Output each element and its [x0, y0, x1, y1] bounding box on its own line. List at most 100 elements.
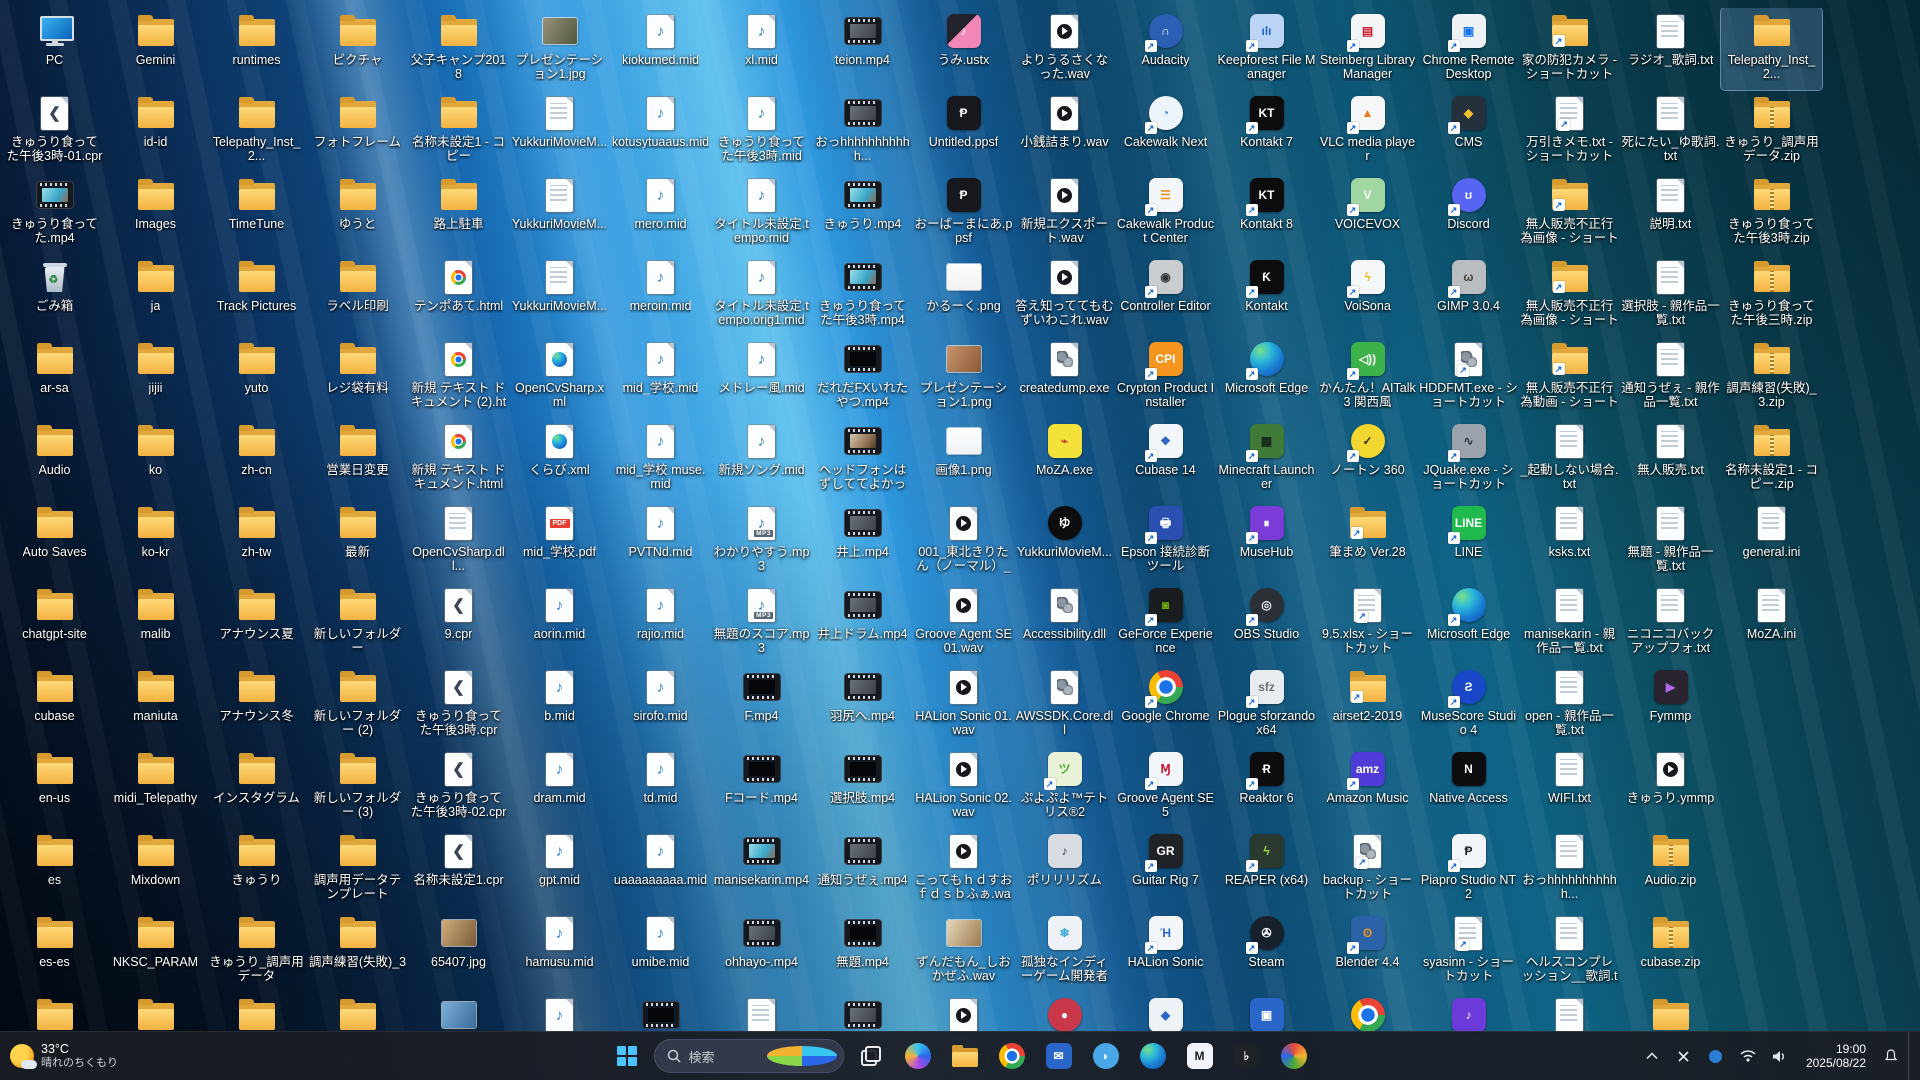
desktop-icon[interactable]: Track Pictures — [206, 254, 307, 336]
desktop-icon[interactable]: ❮ 名称未設定1.cpr — [408, 828, 509, 910]
desktop-icon[interactable]: フォトフレーム — [307, 90, 408, 172]
desktop-icon[interactable] — [1317, 992, 1418, 1034]
desktop-icon[interactable]: きゅうり.ymmp — [1620, 746, 1721, 828]
desktop-icon[interactable]: PDF mid_学校.pdf — [509, 500, 610, 582]
desktop-icon[interactable]: ▦ ↗ Minecraft Launcher — [1216, 418, 1317, 500]
desktop-icon[interactable]: YukkuriMovieM... — [509, 172, 610, 254]
desktop-icon[interactable]: だれだFXいれたやつ.mp4 — [812, 336, 913, 418]
desktop-icon[interactable]: 🖶 ↗ Epson 接続診断ツール — [1115, 500, 1216, 582]
desktop-icon[interactable]: HALion Sonic 01.wav — [913, 664, 1014, 746]
desktop-icon[interactable]: YukkuriMovieM... — [509, 254, 610, 336]
notification-bell-icon[interactable] — [1878, 1038, 1904, 1074]
desktop-icon[interactable]: ♪ dram.mid — [509, 746, 610, 828]
wifi-icon[interactable] — [1734, 1038, 1762, 1074]
desktop-icon[interactable]: V ↗ VOICEVOX — [1317, 172, 1418, 254]
desktop-icon[interactable]: ☰ ↗ Cakewalk Product Center — [1115, 172, 1216, 254]
desktop-icon[interactable]: ♪ b.mid — [509, 664, 610, 746]
desktop-icon[interactable]: 65407.jpg — [408, 910, 509, 992]
desktop-icon[interactable]: ⌁ MoZA.exe — [1014, 418, 1115, 500]
desktop-icon[interactable]: ohhayo-.mp4 — [711, 910, 812, 992]
desktop-icon[interactable]: 無題.mp4 — [812, 910, 913, 992]
desktop-icon[interactable]: ◁)) ↗ かんたん！AITalk 3 関西風 — [1317, 336, 1418, 418]
desktop-icon[interactable]: ϟ ↗ REAPER (x64) — [1216, 828, 1317, 910]
taskbar-app-chrome[interactable] — [992, 1036, 1032, 1076]
tray-chevron-up-icon[interactable] — [1638, 1038, 1666, 1074]
desktop-icon[interactable]: ▣ ↗ Chrome Remote Desktop — [1418, 8, 1519, 90]
taskbar-app-mail[interactable]: ✉ — [1039, 1036, 1079, 1076]
desktop-icon[interactable]: Audio.zip — [1620, 828, 1721, 910]
weather-widget[interactable]: 33°C 晴れのちくもり — [10, 1032, 118, 1080]
desktop-icon[interactable]: ↗ airset2-2019 — [1317, 664, 1418, 746]
desktop-icon[interactable]: runtimes — [206, 8, 307, 90]
desktop-icon[interactable]: Mixdown — [105, 828, 206, 910]
desktop-icon[interactable]: ↗ 無人販売不正行為動画 - ショートカット — [1519, 336, 1620, 418]
desktop-icon[interactable]: よりうるさくなった.wav — [1014, 8, 1115, 90]
desktop-icon[interactable]: ↗ Google Chrome — [1115, 664, 1216, 746]
desktop-icon[interactable]: AWSSDK.Core.dll — [1014, 664, 1115, 746]
desktop-icon[interactable]: ϟ ↗ VoiSona — [1317, 254, 1418, 336]
desktop-icon[interactable]: 路上駐車 — [408, 172, 509, 254]
desktop-icon[interactable]: レジ袋有料 — [307, 336, 408, 418]
desktop-icon[interactable] — [105, 992, 206, 1034]
desktop-icon[interactable]: 井上ドラム.mp4 — [812, 582, 913, 664]
desktop-icon[interactable]: Ƙ ↗ Kontakt — [1216, 254, 1317, 336]
desktop-icon[interactable]: ラジオ_歌詞.txt — [1620, 8, 1721, 90]
desktop-icon[interactable]: ❮ きゅうり食ってた午後3時.cpr — [408, 664, 509, 746]
desktop-icon[interactable]: きゅうり食ってた午後三時.zip — [1721, 254, 1822, 336]
desktop-icon[interactable]: ♪ 新規ソング.mid — [711, 418, 812, 500]
desktop-icon[interactable]: manisekarin - 親作品一覧.txt — [1519, 582, 1620, 664]
desktop-icon[interactable]: ♪ xl.mid — [711, 8, 812, 90]
desktop-icon[interactable]: ♪ タイトル未設定.tempo.mid — [711, 172, 812, 254]
desktop-icon[interactable]: アナウンス冬 — [206, 664, 307, 746]
desktop-icon[interactable]: 調声用データテンプレート — [307, 828, 408, 910]
desktop-icon[interactable]: 通知うぜぇ.mp4 — [812, 828, 913, 910]
desktop-icon[interactable]: ω ↗ GIMP 3.0.4 — [1418, 254, 1519, 336]
desktop-icon[interactable]: teion.mp4 — [812, 8, 913, 90]
desktop-icon[interactable]: malib — [105, 582, 206, 664]
desktop-icon[interactable]: 001_東北きりたん（ノーマル）_今じゃ... — [913, 500, 1014, 582]
desktop-icon[interactable]: ↗ 9.5.xlsx - ショートカット — [1317, 582, 1418, 664]
desktop-icon[interactable]: ♪ umibe.mid — [610, 910, 711, 992]
desktop-icon[interactable]: Ή ↗ HALion Sonic — [1115, 910, 1216, 992]
desktop-icon[interactable]: 小銭詰まり.wav — [1014, 90, 1115, 172]
desktop-icon[interactable]: 調声練習(失敗)_3.zip — [1721, 336, 1822, 418]
desktop-icon[interactable]: ♪ sirofo.mid — [610, 664, 711, 746]
desktop-icon[interactable]: ♪ タイトル未設定.tempo.orig1.mid — [711, 254, 812, 336]
desktop-icon[interactable]: Ɱ ↗ Groove Agent SE 5 — [1115, 746, 1216, 828]
desktop-icon[interactable]: NKSC_PARAM — [105, 910, 206, 992]
desktop-icon[interactable]: ずんだもん_しおかぜふ.wav — [913, 910, 1014, 992]
desktop-icon[interactable]: CPI ↗ Crypton Product Installer — [1115, 336, 1216, 418]
desktop-icon[interactable]: ゆ YukkuriMovieM... — [1014, 500, 1115, 582]
desktop-icon[interactable]: ♪ mid_学校.mid — [610, 336, 711, 418]
desktop-icon[interactable]: open - 親作品一覧.txt — [1519, 664, 1620, 746]
desktop-icon[interactable]: プレゼンテーション1.png — [913, 336, 1014, 418]
desktop-icon[interactable]: 新規 テキスト ドキュメント (2).html — [408, 336, 509, 418]
taskbar-app-photos[interactable] — [1274, 1036, 1314, 1076]
desktop-icon[interactable] — [1620, 992, 1721, 1034]
desktop-icon[interactable]: MoZA.ini — [1721, 582, 1822, 664]
desktop-icon[interactable]: ニコニコバックアップフォ.txt — [1620, 582, 1721, 664]
desktop-icon[interactable]: ∩ ↗ Audacity — [1115, 8, 1216, 90]
desktop-icon[interactable]: _起動しない場合.txt — [1519, 418, 1620, 500]
desktop-icon[interactable]: ılı ↗ Keepforest File Manager — [1216, 8, 1317, 90]
desktop-icon[interactable]: cubase — [4, 664, 105, 746]
desktop-icon[interactable]: ◉ ↗ Controller Editor — [1115, 254, 1216, 336]
desktop-icon[interactable]: Ᵽ ↗ Piapro Studio NT2 — [1418, 828, 1519, 910]
desktop-icon[interactable]: ❮ 9.cpr — [408, 582, 509, 664]
desktop-icon[interactable]: ↗ 家の防犯カメラ - ショートカット — [1519, 8, 1620, 90]
desktop-icon[interactable]: テンポあて.html — [408, 254, 509, 336]
desktop-icon[interactable]: きゅうり食ってた午後3時.zip — [1721, 172, 1822, 254]
desktop-icon[interactable]: 無人販売.txt — [1620, 418, 1721, 500]
taskbar-app-m[interactable]: M — [1180, 1036, 1220, 1076]
desktop-icon[interactable]: zh-cn — [206, 418, 307, 500]
desktop-icon[interactable]: 新しいフォルダー — [307, 582, 408, 664]
desktop-icon[interactable]: おっhhhhhhhhhhh... — [1519, 828, 1620, 910]
volume-icon[interactable] — [1766, 1038, 1794, 1074]
desktop-icon[interactable] — [408, 992, 509, 1034]
desktop-icon[interactable]: 営業日変更 — [307, 418, 408, 500]
desktop-icon[interactable]: ♻ ごみ箱 — [4, 254, 105, 336]
taskbar-app-chat[interactable]: ◗ — [1086, 1036, 1126, 1076]
desktop-icon[interactable]: くらび.xml — [509, 418, 610, 500]
desktop-icon[interactable]: ❮ きゅうり食ってた午後3時-01.cpr — [4, 90, 105, 172]
show-desktop-strip[interactable] — [1908, 1032, 1914, 1080]
